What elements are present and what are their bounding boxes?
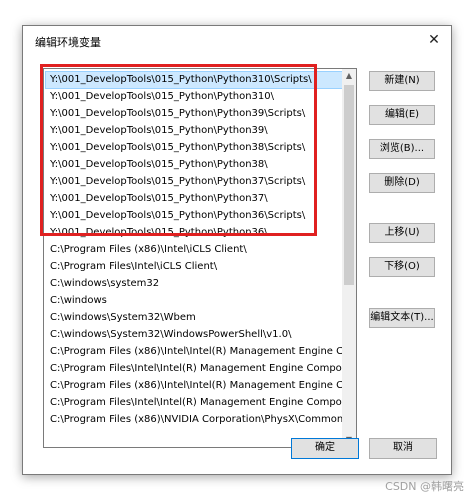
- window-title: 编辑环境变量: [35, 36, 101, 49]
- path-item[interactable]: C:\Program Files\Intel\Intel(R) Manageme…: [46, 361, 345, 377]
- path-item[interactable]: Y:\001_DevelopTools\015_Python\Python39\…: [46, 106, 345, 122]
- path-item[interactable]: C:\Program Files (x86)\Intel\Intel(R) Ma…: [46, 378, 345, 394]
- path-item[interactable]: Y:\001_DevelopTools\015_Python\Python38\: [46, 157, 345, 173]
- new-button[interactable]: 新建(N): [369, 71, 435, 91]
- path-item[interactable]: Y:\001_DevelopTools\015_Python\Python310…: [46, 89, 345, 105]
- move-up-button[interactable]: 上移(U): [369, 223, 435, 243]
- path-item[interactable]: C:\Program Files (x86)\Intel\iCLS Client…: [46, 242, 345, 258]
- browse-button[interactable]: 浏览(B)...: [369, 139, 435, 159]
- path-item[interactable]: Y:\001_DevelopTools\015_Python\Python37\…: [46, 174, 345, 190]
- path-item[interactable]: C:\windows: [46, 293, 345, 309]
- path-item[interactable]: Y:\001_DevelopTools\015_Python\Python39\: [46, 123, 345, 139]
- edit-text-button[interactable]: 编辑文本(T)...: [369, 308, 435, 328]
- scroll-up-icon[interactable]: ▲: [342, 69, 356, 83]
- edit-env-var-dialog: 编辑环境变量 ✕ Y:\001_DevelopTools\015_Python\…: [22, 25, 452, 475]
- path-item[interactable]: C:\windows\System32\WindowsPowerShell\v1…: [46, 327, 345, 343]
- vertical-scrollbar[interactable]: ▲ ▼: [342, 69, 356, 447]
- path-item[interactable]: C:\Program Files (x86)\Intel\Intel(R) Ma…: [46, 344, 345, 360]
- scroll-thumb[interactable]: [344, 85, 354, 285]
- path-item[interactable]: C:\windows\System32\Wbem: [46, 310, 345, 326]
- edit-button[interactable]: 编辑(E): [369, 105, 435, 125]
- watermark: CSDN @韩曙亮: [385, 480, 464, 493]
- path-list[interactable]: Y:\001_DevelopTools\015_Python\Python310…: [43, 68, 357, 448]
- ok-button[interactable]: 确定: [291, 438, 359, 459]
- path-item[interactable]: C:\Program Files\Intel\iCLS Client\: [46, 259, 345, 275]
- close-icon[interactable]: ✕: [423, 30, 445, 50]
- path-item[interactable]: Y:\001_DevelopTools\015_Python\Python36\…: [46, 208, 345, 224]
- path-item[interactable]: C:\Program Files\Intel\Intel(R) Manageme…: [46, 395, 345, 411]
- cancel-button[interactable]: 取消: [369, 438, 437, 459]
- delete-button[interactable]: 删除(D): [369, 173, 435, 193]
- path-item[interactable]: Y:\001_DevelopTools\015_Python\Python310…: [45, 71, 346, 89]
- path-item[interactable]: Y:\001_DevelopTools\015_Python\Python36\: [46, 225, 345, 241]
- title-bar[interactable]: 编辑环境变量 ✕: [23, 26, 451, 54]
- path-item[interactable]: C:\Program Files (x86)\NVIDIA Corporatio…: [46, 412, 345, 428]
- path-item[interactable]: C:\windows\system32: [46, 276, 345, 292]
- path-item[interactable]: Y:\001_DevelopTools\015_Python\Python37\: [46, 191, 345, 207]
- path-item[interactable]: Y:\001_DevelopTools\015_Python\Python38\…: [46, 140, 345, 156]
- move-down-button[interactable]: 下移(O): [369, 257, 435, 277]
